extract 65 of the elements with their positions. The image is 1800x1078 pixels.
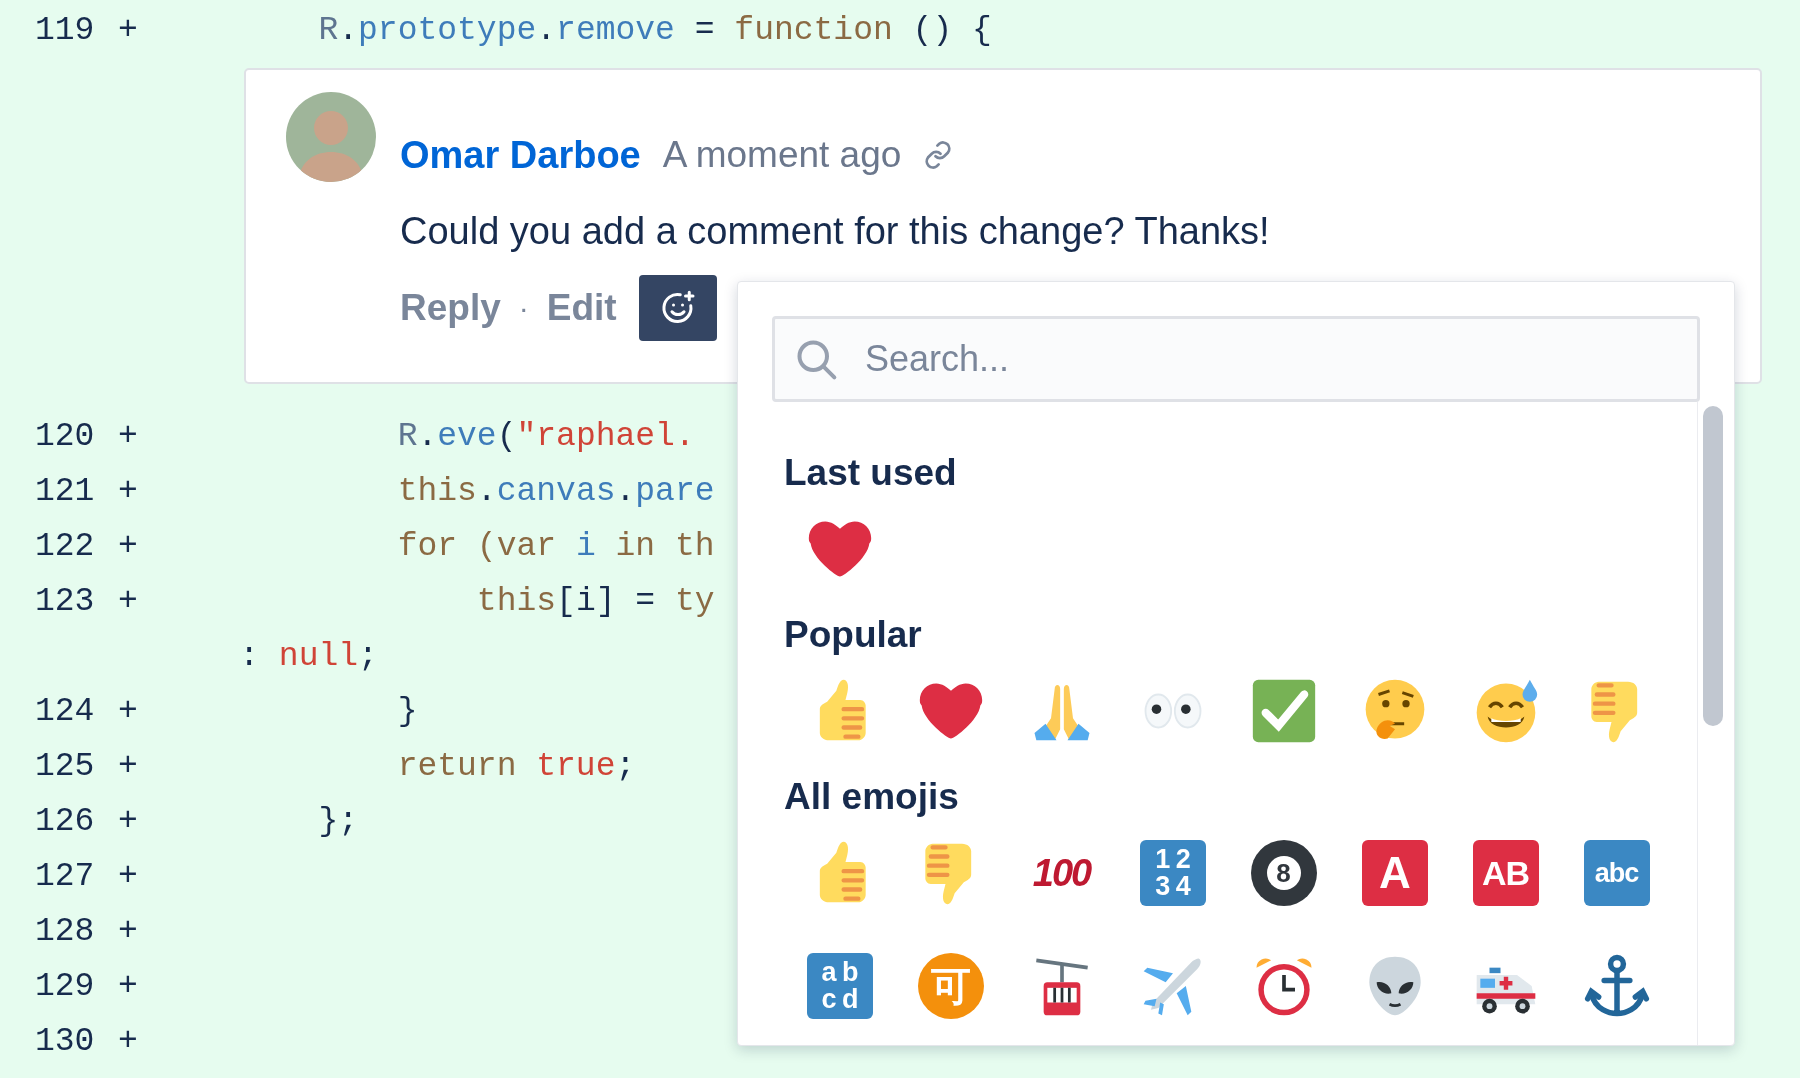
line-number: 122: [34, 528, 96, 565]
added-line-marker: +: [118, 1023, 138, 1060]
line-number: 120: [34, 418, 96, 455]
circle-character-icon: 可: [917, 953, 984, 1019]
code-line: R.eve("raphael.: [396, 418, 695, 455]
added-line-marker: +: [118, 913, 138, 950]
section-heading: Popular: [784, 613, 923, 657]
search-field[interactable]: Search...: [772, 316, 1700, 402]
section-heading: Last used: [784, 451, 958, 495]
emoji-option[interactable]: 1 2 3 4: [1117, 820, 1228, 926]
check-mark-icon: [1250, 678, 1317, 744]
letter-tile-icon: a b c d: [806, 953, 873, 1019]
section-heading: All emojis: [784, 775, 960, 819]
line-number: 128: [34, 913, 96, 950]
code-line: R.prototype.remove = function () {: [317, 12, 992, 49]
smiley-plus-icon: [659, 290, 696, 326]
added-line-marker: +: [118, 748, 138, 785]
letter-tile-icon: 1 2 3 4: [1139, 840, 1206, 906]
code-line: for (var i in th: [396, 528, 715, 565]
anchor-icon: [1583, 953, 1650, 1019]
letter-tile-icon: AB: [1472, 840, 1539, 906]
line-number: 127: [34, 858, 96, 895]
scrollbar-thumb[interactable]: [1703, 406, 1723, 726]
line-number: 121: [34, 473, 96, 510]
emoji-option[interactable]: A: [1339, 820, 1450, 926]
comment-action-link[interactable]: Edit: [546, 287, 617, 329]
line-number: 123: [34, 583, 96, 620]
line-number: 129: [34, 968, 96, 1005]
line-number: 119: [34, 12, 96, 49]
emoji-option[interactable]: abc: [1561, 820, 1672, 926]
added-line-marker: +: [118, 12, 138, 49]
code-line: };: [317, 803, 359, 840]
separator-dot: ·: [518, 291, 529, 325]
letter-tile-icon: A: [1361, 840, 1428, 906]
hundred-points-icon: 100: [1026, 840, 1097, 906]
letter-tile-icon: abc: [1583, 840, 1650, 906]
line-number: 126: [34, 803, 96, 840]
code-line: }: [396, 693, 418, 730]
code-line: this.canvas.pare: [396, 473, 715, 510]
emoji-option[interactable]: 100: [1006, 820, 1117, 926]
add-reaction-button[interactable]: [638, 275, 717, 341]
emoji-option[interactable]: 可: [895, 933, 1006, 1039]
emoji-option[interactable]: a b c d: [784, 933, 895, 1039]
added-line-marker: +: [118, 968, 138, 1005]
link-icon[interactable]: [923, 140, 954, 170]
code-line: return true;: [396, 748, 636, 785]
author-link[interactable]: Omar Darboe: [400, 133, 641, 177]
added-line-marker: +: [118, 583, 138, 620]
added-line-marker: +: [118, 693, 138, 730]
code-line: : null;: [238, 638, 378, 675]
emoji-option[interactable]: AB: [1450, 820, 1561, 926]
line-number: 125: [34, 748, 96, 785]
emoji-option[interactable]: 8: [1228, 820, 1339, 926]
added-line-marker: +: [118, 858, 138, 895]
eight-ball-icon: 8: [1250, 840, 1317, 906]
added-line-marker: +: [118, 418, 138, 455]
timestamp: A moment ago: [662, 134, 902, 176]
comment-action-link[interactable]: Reply: [400, 287, 501, 329]
added-line-marker: +: [118, 528, 138, 565]
line-number: 130: [34, 1023, 96, 1060]
line-number: 124: [34, 693, 96, 730]
code-line: this[i] = ty: [475, 583, 715, 620]
added-line-marker: +: [118, 473, 138, 510]
added-line-marker: +: [118, 803, 138, 840]
comment-text: Could you add a comment for this change? Thanks!: [400, 210, 1270, 253]
